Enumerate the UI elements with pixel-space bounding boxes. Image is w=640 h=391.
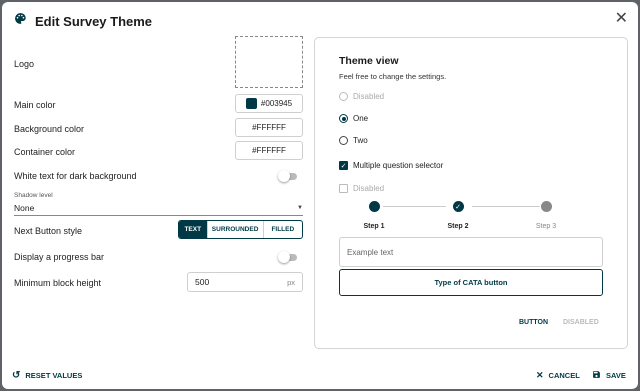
example-placeholder: Example text bbox=[347, 247, 394, 257]
background-color-value: #FFFFFF bbox=[252, 123, 286, 132]
main-color-field[interactable]: #003945 bbox=[235, 94, 303, 113]
progress-bar-label: Display a progress bar bbox=[14, 252, 105, 262]
disabled-checkbox-option: Disabled bbox=[339, 184, 384, 193]
example-text-input[interactable]: Example text bbox=[339, 237, 603, 267]
step-dot bbox=[368, 201, 380, 212]
min-block-height-input[interactable]: 500 px bbox=[187, 272, 303, 292]
step-label: Step 2 bbox=[447, 223, 469, 230]
style-surrounded-button[interactable]: SURROUNDED bbox=[206, 221, 263, 238]
cancel-label: CANCEL bbox=[548, 371, 580, 380]
save-icon bbox=[592, 370, 601, 381]
next-button-style-label: Next Button style bbox=[14, 226, 83, 236]
radio-one-option[interactable]: One bbox=[339, 114, 368, 123]
edit-theme-dialog: Edit Survey Theme ✕ Logo Main color #003… bbox=[2, 2, 638, 389]
reset-icon: ↺ bbox=[12, 370, 21, 381]
dialog-title: Edit Survey Theme bbox=[35, 13, 153, 29]
main-color-label: Main color bbox=[14, 100, 56, 110]
dialog-header: Edit Survey Theme bbox=[14, 12, 152, 30]
stepper: Step 1 ✓ Step 2 Step 3 bbox=[359, 201, 569, 233]
theme-view-subtitle: Feel free to change the settings. bbox=[339, 72, 447, 81]
next-button-style-group: TEXT SURROUNDED FILLED bbox=[178, 220, 303, 239]
step-3[interactable]: Step 3 bbox=[531, 201, 561, 230]
multi-select-label: Multiple question selector bbox=[353, 161, 444, 170]
background-color-label: Background color bbox=[14, 124, 85, 134]
toggle-knob bbox=[278, 251, 290, 263]
container-color-field[interactable]: #FFFFFF bbox=[235, 141, 303, 160]
palette-icon bbox=[14, 12, 27, 30]
radio-button bbox=[339, 92, 348, 101]
logo-upload-box[interactable] bbox=[235, 36, 303, 88]
min-block-height-label: Minimum block height bbox=[14, 278, 102, 288]
unit-label: px bbox=[287, 277, 295, 287]
radio-disabled-label: Disabled bbox=[353, 92, 385, 101]
radio-button[interactable] bbox=[339, 114, 348, 123]
checkbox[interactable]: ✓ bbox=[339, 161, 348, 170]
radio-disabled-option: Disabled bbox=[339, 92, 384, 101]
theme-view-title: Theme view bbox=[339, 55, 399, 67]
step-2[interactable]: ✓ Step 2 bbox=[443, 201, 473, 230]
disabled-checkbox-label: Disabled bbox=[353, 184, 385, 193]
shadow-level-label: Shadow level bbox=[14, 192, 53, 199]
close-icon[interactable]: ✕ bbox=[615, 11, 628, 27]
main-color-swatch bbox=[245, 98, 257, 109]
toggle-knob bbox=[278, 170, 290, 182]
shadow-level-select[interactable]: None ▼ bbox=[14, 201, 303, 216]
radio-one-label: One bbox=[353, 114, 369, 123]
container-color-value: #FFFFFF bbox=[252, 146, 286, 155]
preview-disabled-button: DISABLED bbox=[563, 319, 599, 326]
check-icon: ✓ bbox=[452, 201, 464, 212]
style-filled-button[interactable]: FILLED bbox=[262, 221, 302, 238]
logo-label: Logo bbox=[14, 59, 35, 69]
step-label: Step 3 bbox=[535, 223, 557, 230]
multi-select-checkbox-option[interactable]: ✓ Multiple question selector bbox=[339, 161, 443, 170]
save-label: SAVE bbox=[606, 371, 626, 380]
radio-button[interactable] bbox=[339, 136, 348, 145]
shadow-level-value: None bbox=[14, 203, 35, 213]
reset-label: RESET VALUES bbox=[25, 371, 83, 380]
step-1[interactable]: Step 1 bbox=[359, 201, 389, 230]
cancel-button[interactable]: ✕ CANCEL bbox=[536, 370, 580, 381]
container-color-label: Container color bbox=[14, 147, 76, 157]
background-color-field[interactable]: #FFFFFF bbox=[235, 118, 303, 137]
white-text-toggle[interactable] bbox=[278, 170, 297, 182]
theme-view-panel: Theme view Feel free to change the setti… bbox=[314, 37, 628, 349]
step-connector bbox=[472, 206, 540, 207]
main-color-value: #003945 bbox=[260, 99, 293, 108]
close-icon: ✕ bbox=[536, 370, 544, 380]
radio-two-option[interactable]: Two bbox=[339, 136, 368, 145]
save-button[interactable]: SAVE bbox=[592, 370, 626, 381]
white-text-label: White text for dark background bbox=[14, 171, 137, 181]
preview-button[interactable]: BUTTON bbox=[519, 319, 548, 326]
step-connector bbox=[383, 206, 446, 207]
step-label: Step 1 bbox=[363, 223, 385, 230]
style-text-button[interactable]: TEXT bbox=[179, 221, 207, 238]
radio-two-label: Two bbox=[353, 136, 368, 145]
step-dot bbox=[540, 201, 552, 212]
cata-button[interactable]: Type of CATA button bbox=[339, 269, 603, 296]
reset-values-button[interactable]: ↺ RESET VALUES bbox=[12, 370, 82, 381]
checkbox bbox=[339, 184, 348, 193]
dropdown-arrow-icon: ▼ bbox=[297, 205, 303, 211]
progress-bar-toggle[interactable] bbox=[278, 251, 297, 263]
min-block-height-value: 500 bbox=[195, 277, 210, 287]
